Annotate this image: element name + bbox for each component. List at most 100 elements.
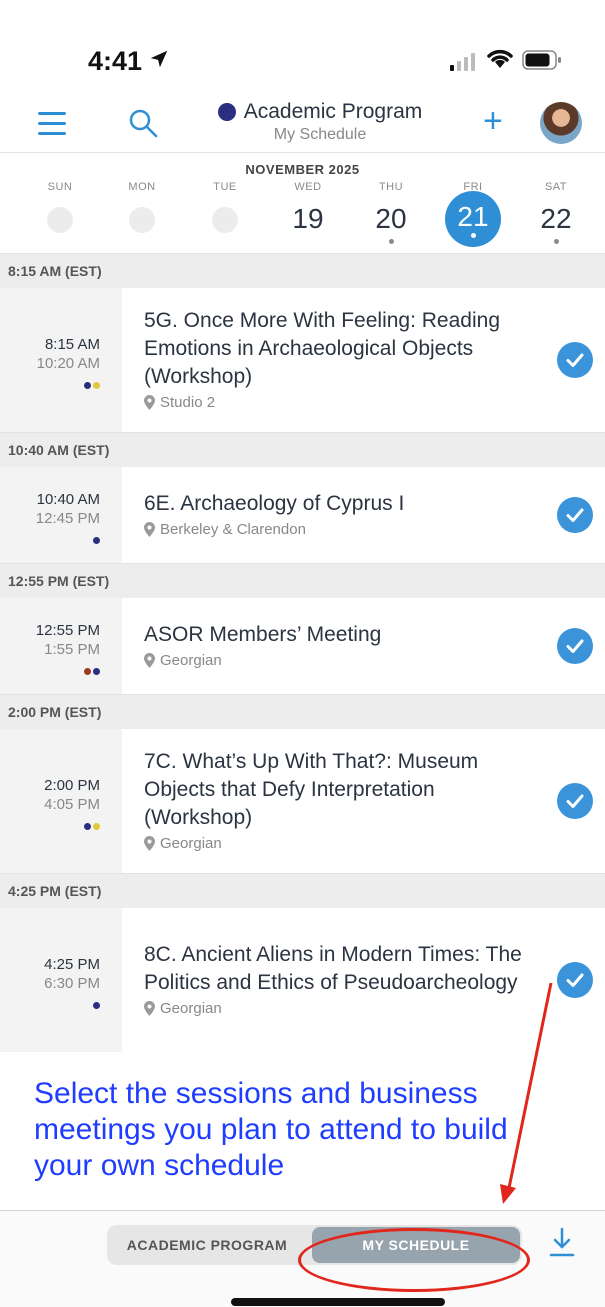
selected-check-icon[interactable]: [557, 628, 593, 664]
session-end: 4:05 PM: [44, 796, 100, 813]
page-title: Academic Program: [243, 100, 423, 123]
header-divider: [0, 152, 605, 153]
selected-check-icon[interactable]: [557, 962, 593, 998]
menu-icon[interactable]: [38, 112, 66, 136]
session-location: Berkeley & Clarendon: [144, 521, 545, 538]
track-dots: [0, 376, 100, 389]
add-icon[interactable]: +: [483, 104, 503, 138]
page-subtitle: My Schedule: [273, 126, 367, 143]
session-start: 8:15 AM: [44, 336, 100, 353]
time-section-header: 10:40 AM (EST): [0, 432, 605, 467]
header-title-box[interactable]: Academic Program My Schedule: [200, 100, 440, 144]
calendar-day-label: MON: [128, 181, 156, 193]
track-color-dot: [84, 382, 91, 389]
time-section-header: 8:15 AM (EST): [0, 253, 605, 288]
calendar-day-tue: TUE: [185, 181, 265, 233]
calendar-day-sun: SUN: [20, 181, 100, 233]
session-start: 12:55 PM: [35, 622, 100, 639]
calendar-week: SUN MON TUE WED 19 THU 20 FRI 21 SAT 22: [0, 181, 605, 251]
session-location-name: Georgian: [160, 1000, 222, 1017]
time-section-header: 2:00 PM (EST): [0, 694, 605, 729]
session-details: 5G. Once More With Feeling: Reading Emot…: [122, 288, 605, 432]
program-color-dot: [217, 103, 236, 121]
app-header: Academic Program My Schedule +: [0, 100, 605, 152]
session-details: 6E. Archaeology of Cyprus I Berkeley & Cl…: [122, 467, 605, 563]
location-arrow-icon: [150, 50, 168, 68]
session-end: 1:55 PM: [44, 641, 100, 658]
session-location: Studio 2: [144, 394, 545, 411]
session-title: ASOR Members’ Meeting: [144, 623, 382, 646]
calendar-day-number: 22: [540, 203, 572, 234]
battery-icon: [522, 50, 561, 70]
calendar-day-number: 20: [375, 203, 407, 234]
schedule-list: 8:15 AM (EST) 8:15 AM 10:20 AM 5G. Once Mor…: [0, 253, 605, 1052]
signal-icon: [450, 53, 475, 71]
calendar-day-sat[interactable]: SAT 22: [516, 181, 596, 244]
session-title: 5G. Once More With Feeling: Reading Emot…: [144, 309, 500, 388]
session-item[interactable]: 10:40 AM 12:45 PM 6E. Archaeology of Cypru…: [0, 467, 605, 563]
track-dots: [0, 996, 100, 1009]
status-bar: 4:41: [0, 0, 605, 100]
session-item[interactable]: 12:55 PM 1:55 PM ASOR Members’ Meeting Geor…: [0, 598, 605, 694]
session-time: 10:40 AM 12:45 PM: [0, 467, 122, 563]
calendar-day-label: WED: [294, 181, 322, 193]
session-title: 6E. Archaeology of Cyprus I: [144, 492, 405, 515]
track-dots: [0, 662, 100, 675]
session-time: 8:15 AM 10:20 AM: [0, 288, 122, 432]
location-pin-icon: [144, 395, 155, 410]
calendar-day-empty: [129, 207, 155, 233]
search-icon[interactable]: [128, 108, 158, 138]
session-time: 12:55 PM 1:55 PM: [0, 598, 122, 694]
session-item[interactable]: 4:25 PM 6:30 PM 8C. Ancient Aliens in Mode…: [0, 908, 605, 1052]
calendar-day-wed[interactable]: WED 19: [268, 181, 348, 237]
selected-check-icon[interactable]: [557, 497, 593, 533]
calendar-day-label: FRI: [463, 181, 483, 193]
track-color-dot: [84, 668, 91, 675]
location-pin-icon: [144, 1001, 155, 1016]
session-start: 10:40 AM: [36, 491, 100, 508]
tab-academic-program[interactable]: ACADEMIC PROGRAM: [107, 1225, 307, 1265]
download-icon[interactable]: [548, 1225, 576, 1259]
calendar-day-number: 21: [445, 191, 501, 247]
session-item[interactable]: 8:15 AM 10:20 AM 5G. Once More With Feelin…: [0, 288, 605, 432]
avatar[interactable]: [540, 102, 582, 144]
session-location-name: Georgian: [160, 652, 222, 669]
session-location: Georgian: [144, 652, 545, 669]
session-time: 4:25 PM 6:30 PM: [0, 908, 122, 1052]
event-indicator-dot: [553, 239, 559, 244]
session-end: 10:20 AM: [36, 355, 100, 372]
calendar-day-mon: MON: [102, 181, 182, 233]
location-pin-icon: [144, 653, 155, 668]
selected-check-icon[interactable]: [557, 783, 593, 819]
session-details: ASOR Members’ Meeting Georgian: [122, 598, 605, 694]
session-location-name: Georgian: [160, 835, 222, 852]
session-location-name: Berkeley & Clarendon: [160, 521, 306, 538]
track-color-dot: [93, 1002, 100, 1009]
calendar-day-label: THU: [378, 181, 404, 193]
calendar-day-empty: [47, 207, 73, 233]
track-color-dot: [93, 823, 100, 830]
session-details: 8C. Ancient Aliens in Modern Times: The …: [122, 908, 605, 1052]
track-dots: [0, 817, 100, 830]
session-end: 12:45 PM: [35, 510, 100, 527]
annotation-text: Select the sessions and business meeting…: [34, 1077, 508, 1182]
location-pin-icon: [144, 836, 155, 851]
status-time: 4:41: [88, 46, 143, 76]
session-details: 7C. What’s Up With That?: Museum Objects…: [122, 729, 605, 873]
session-end: 6:30 PM: [44, 975, 100, 992]
event-indicator-dot: [388, 239, 394, 244]
session-item[interactable]: 2:00 PM 4:05 PM 7C. What’s Up With That?: …: [0, 729, 605, 873]
session-time: 2:00 PM 4:05 PM: [0, 729, 122, 873]
track-color-dot: [93, 668, 100, 675]
session-location-name: Studio 2: [160, 394, 216, 411]
event-indicator-dot: [470, 233, 476, 238]
session-start: 4:25 PM: [44, 956, 100, 973]
calendar-day-number: 19: [292, 203, 324, 234]
home-indicator: [231, 1298, 445, 1306]
selected-check-icon[interactable]: [557, 342, 593, 378]
time-section-header: 4:25 PM (EST): [0, 873, 605, 908]
calendar-day-fri[interactable]: FRI 21: [433, 181, 513, 247]
track-dots: [0, 531, 100, 544]
calendar-day-thu[interactable]: THU 20: [351, 181, 431, 244]
calendar-day-label: TUE: [213, 181, 237, 193]
